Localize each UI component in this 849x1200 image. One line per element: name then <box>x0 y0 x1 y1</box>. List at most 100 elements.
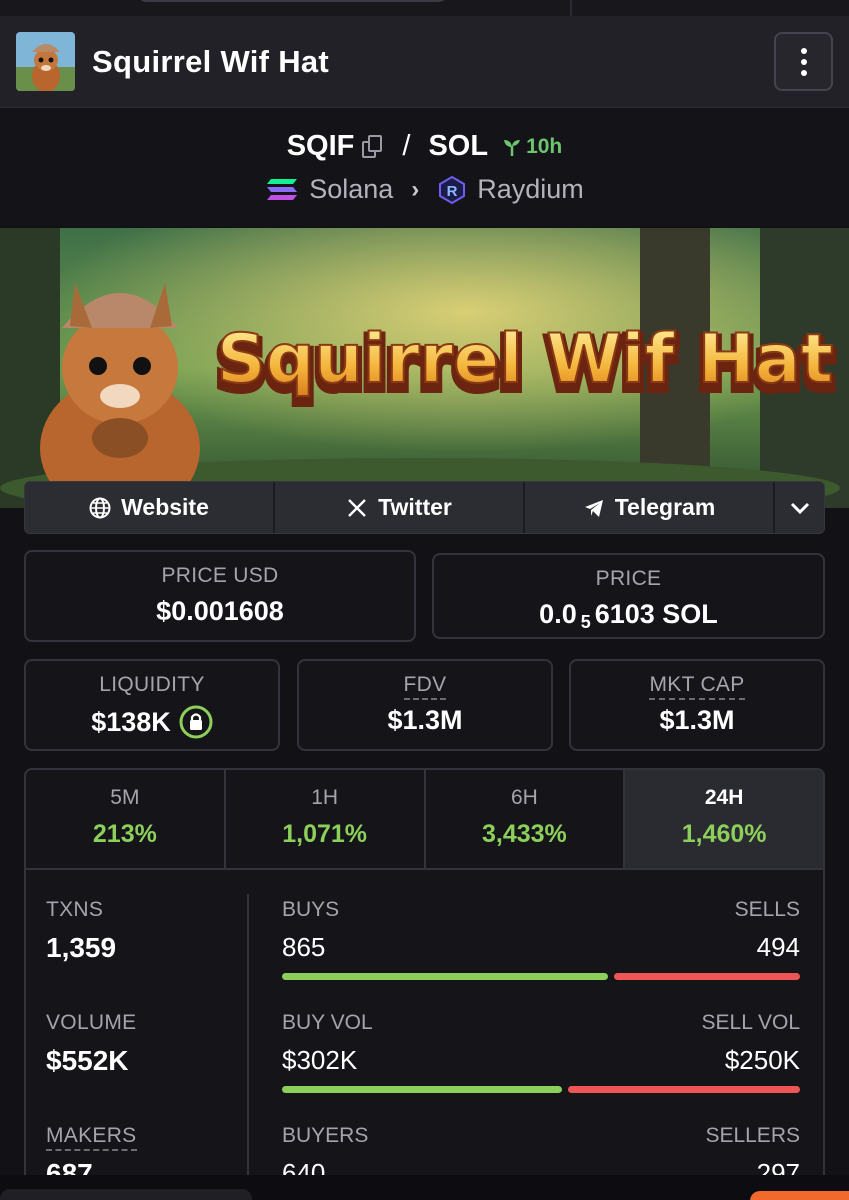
kebab-menu-icon <box>800 47 807 54</box>
buys-sells-metric: BUYS SELLS 865 494 <box>282 898 800 980</box>
buyvol-bar <box>282 1086 562 1093</box>
price-sol-rest: 6103 SOL <box>594 599 718 629</box>
tab-change: 3,433% <box>481 820 567 848</box>
globe-icon <box>89 497 111 518</box>
buys-value: 865 <box>282 932 326 962</box>
buyvol-sellvol-bar <box>282 1086 800 1093</box>
txns-label: TXNS <box>46 898 104 921</box>
top-divider <box>570 0 572 16</box>
website-button[interactable]: Website <box>25 482 275 533</box>
volume-metric: VOLUME $552K <box>46 1011 137 1077</box>
website-label: Website <box>121 494 209 520</box>
sellers-label: SELLERS <box>705 1124 800 1147</box>
pair-row: SQIF / SOL 10h <box>0 130 849 163</box>
tab-1h[interactable]: 1H 1,071% <box>226 770 426 868</box>
mktcap-label: MKT CAP <box>571 673 823 700</box>
txns-metric: TXNS 1,359 <box>46 898 116 964</box>
mktcap-box: MKT CAP $1.3M <box>569 659 825 751</box>
chain-row: Solana › R Raydium <box>0 174 849 205</box>
bottom-action-button[interactable] <box>750 1191 849 1200</box>
twitter-label: Twitter <box>378 494 452 520</box>
price-sol-prefix: 0.0 <box>539 599 577 629</box>
price-usd-value: $0.001608 <box>156 596 284 626</box>
liquidity-box: LIQUIDITY $138K <box>24 659 280 751</box>
tab-change: 1,460% <box>681 820 767 848</box>
social-links-bar: Website Twitter Telegram <box>24 481 825 534</box>
mktcap-label-text[interactable]: MKT CAP <box>649 673 745 700</box>
metrics-divider <box>247 894 249 1186</box>
liquidity-value-row: $138K <box>26 705 278 739</box>
buys-sells-labels: BUYS SELLS <box>282 898 800 922</box>
liquidity-value: $138K <box>91 706 171 737</box>
buyvol-sellvol-values: $302K $250K <box>282 1045 800 1076</box>
pair-age: 10h <box>502 135 562 159</box>
tab-6h[interactable]: 6H 3,433% <box>426 770 626 868</box>
kebab-menu-button[interactable] <box>774 32 833 91</box>
quote-symbol: SOL <box>428 130 489 162</box>
solana-icon <box>267 178 298 200</box>
telegram-button[interactable]: Telegram <box>525 482 775 533</box>
more-links-button[interactable] <box>775 482 824 533</box>
buys-label: BUYS <box>282 898 340 921</box>
price-sol-value: 0.0 5 6103 SOL <box>434 599 823 632</box>
tab-24h[interactable]: 24H 1,460% <box>625 770 823 868</box>
tab-change: 1,071% <box>282 820 368 848</box>
x-logo-icon <box>348 498 367 517</box>
volume-label: VOLUME <box>46 1011 137 1034</box>
twitter-button[interactable]: Twitter <box>275 482 525 533</box>
chevron-right-icon: › <box>411 175 420 203</box>
price-usd-label: PRICE USD <box>161 564 279 587</box>
sellvol-value: $250K <box>724 1045 800 1075</box>
squirrel-avatar-icon <box>16 32 75 91</box>
buyvol-value: $302K <box>282 1045 358 1075</box>
search-bar-stub[interactable] <box>135 0 450 2</box>
buys-sells-values: 865 494 <box>282 932 800 963</box>
price-sol-zero-count: 5 <box>580 612 591 632</box>
sellvol-bar <box>568 1086 800 1093</box>
price-usd-box: PRICE USD $0.001608 <box>24 550 416 642</box>
sells-label: SELLS <box>734 898 800 921</box>
base-symbol: SQIF <box>286 130 355 162</box>
buyvol-sellvol-metric: BUY VOL SELL VOL $302K $250K <box>282 1011 800 1093</box>
mktcap-value: $1.3M <box>659 705 735 735</box>
copy-icon[interactable] <box>362 134 384 159</box>
pair-separator: / <box>402 130 411 162</box>
pair-info: SQIF / SOL 10h Solana › R Raydium <box>0 108 849 226</box>
sellvol-label: SELL VOL <box>701 1011 800 1034</box>
telegram-label: Telegram <box>614 494 716 520</box>
buyers-label: BUYERS <box>282 1124 369 1147</box>
timeframe-panel: 5M 213% 1H 1,071% 6H 3,433% 24H 1,460% T… <box>24 768 825 1188</box>
tab-label: 5M <box>110 786 140 809</box>
buyvol-label: BUY VOL <box>282 1011 373 1034</box>
metrics-area: TXNS 1,359 VOLUME $552K MAKERS 687 BUYS … <box>26 870 823 1186</box>
kebab-menu-icon <box>800 69 807 76</box>
tab-5m[interactable]: 5M 213% <box>26 770 226 868</box>
volume-value: $552K <box>46 1045 129 1076</box>
lock-icon[interactable] <box>179 705 213 739</box>
svg-text:R: R <box>447 183 458 200</box>
raydium-icon: R <box>439 175 466 204</box>
bottom-bar <box>0 1175 849 1200</box>
price-sol-box: PRICE 0.0 5 6103 SOL <box>432 553 825 639</box>
fdv-label: FDV <box>299 673 551 700</box>
buyers-sellers-labels: BUYERS SELLERS <box>282 1124 800 1148</box>
makers-label-text[interactable]: MAKERS <box>46 1124 137 1151</box>
chevron-down-icon <box>790 502 809 514</box>
bottom-pill[interactable] <box>0 1189 252 1200</box>
tab-label: 6H <box>510 786 538 809</box>
sells-bar <box>614 973 800 980</box>
top-strip <box>0 0 849 16</box>
txns-value: 1,359 <box>46 932 117 963</box>
sprout-icon <box>504 139 521 156</box>
token-banner: Squirrel Wif Hat Squirrel Wif Hat <box>0 228 849 508</box>
fdv-label-text[interactable]: FDV <box>403 673 447 700</box>
price-sol-label: PRICE <box>595 567 662 590</box>
tab-change: 213% <box>92 820 157 848</box>
banner-title: Squirrel Wif Hat <box>217 320 833 399</box>
liquidity-label: LIQUIDITY <box>99 673 205 696</box>
dex-name[interactable]: Raydium <box>477 174 584 205</box>
sells-value: 494 <box>756 932 800 962</box>
token-header: Squirrel Wif Hat <box>0 16 849 108</box>
chain-name[interactable]: Solana <box>309 174 393 205</box>
timeframe-tabs: 5M 213% 1H 1,071% 6H 3,433% 24H 1,460% <box>26 770 823 870</box>
